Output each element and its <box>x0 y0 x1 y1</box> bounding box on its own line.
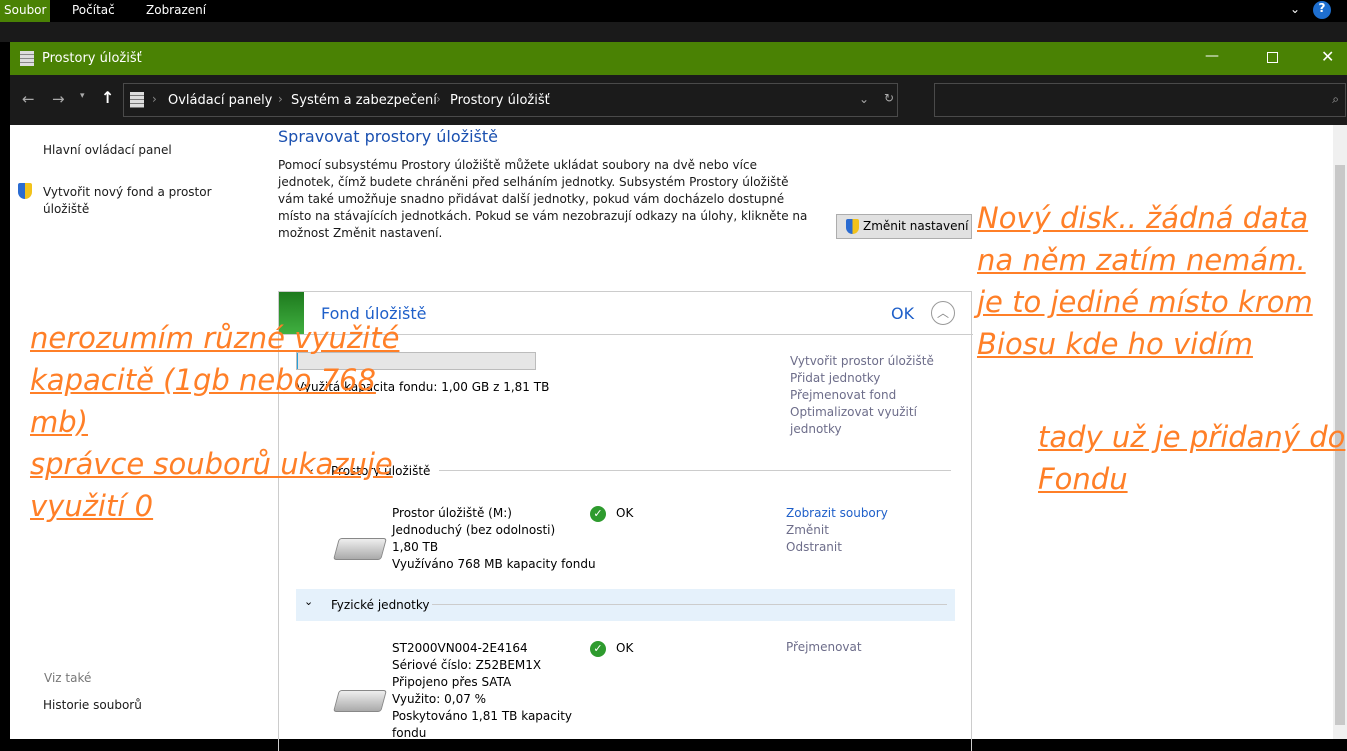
chevron-down-icon[interactable]: ⌄ <box>1290 2 1300 16</box>
space-name: Prostor úložiště (M:) <box>392 506 512 520</box>
recent-dropdown[interactable]: ▾ <box>80 91 85 101</box>
crumb-control-panel[interactable]: Ovládací panely <box>168 93 272 108</box>
breadcrumb[interactable]: › Ovládací panely › Systém a zabezpečení… <box>123 83 898 117</box>
change-settings-label: Změnit nastavení <box>863 219 969 233</box>
minimize-button[interactable]: — <box>1205 48 1219 64</box>
file-history-link[interactable]: Historie souborů <box>43 698 142 712</box>
up-button[interactable]: ↑ <box>101 88 114 107</box>
rename-pool-link[interactable]: Přejmenovat fond <box>790 387 950 404</box>
change-settings-button[interactable]: Změnit nastavení <box>836 214 972 239</box>
storage-icon <box>20 51 34 66</box>
disk-connection: Připojeno přes SATA <box>392 675 512 689</box>
collapse-button[interactable]: ︿ <box>931 301 955 325</box>
delete-space-link[interactable]: Odstranit <box>786 539 888 556</box>
crumb-storage-spaces[interactable]: Prostory úložišť <box>450 93 550 108</box>
background-explorer <box>0 22 1347 42</box>
disk-status: OK <box>616 641 634 655</box>
search-icon: ⌕ <box>1332 92 1339 106</box>
ok-check-icon: ✓ <box>590 506 606 522</box>
menu-zobrazeni[interactable]: Zobrazení <box>146 3 206 17</box>
space-type: Jednoduchý (bez odolnosti) <box>392 523 556 537</box>
shield-icon <box>18 183 32 199</box>
optimize-usage-link[interactable]: Optimalizovat využití jednotky <box>790 404 950 438</box>
ok-check-icon: ✓ <box>590 641 606 657</box>
ribbon-menubar: Soubor Počítač Zobrazení ? ⌄ <box>0 0 1347 22</box>
pool-actions: Vytvořit prostor úložiště Přidat jednotk… <box>790 353 950 438</box>
change-space-link[interactable]: Změnit <box>786 522 888 539</box>
space-size: 1,80 TB <box>392 540 439 554</box>
chevron-down-icon[interactable]: ⌄ <box>859 92 869 106</box>
annotation-right-top: Nový disk.. žádná data na něm zatím nemám… <box>977 201 1313 361</box>
add-drives-link[interactable]: Přidat jednotky <box>790 370 950 387</box>
window-title: Prostory úložišť <box>42 51 142 66</box>
drive-icon <box>333 690 387 712</box>
disk-model: ST2000VN004-2E4164 <box>392 641 528 655</box>
physical-section-header[interactable]: ⌄ Fyzické jednotky <box>296 589 955 621</box>
space-details: Prostor úložiště (M:) Jednoduchý (bez od… <box>392 505 596 573</box>
drive-icon <box>333 538 387 560</box>
page-description: Pomocí subsystému Prostory úložiště může… <box>278 158 808 240</box>
space-status: OK <box>616 506 634 520</box>
refresh-button[interactable]: ↻ <box>884 91 894 105</box>
page-title: Spravovat prostory úložiště <box>278 127 498 146</box>
forward-button[interactable]: → <box>52 90 65 108</box>
menu-pocitac[interactable]: Počítač <box>72 3 115 17</box>
help-icon[interactable]: ? <box>1313 1 1331 19</box>
annotation-left: nerozumím různé využité kapacitě (1gb neb… <box>30 321 400 523</box>
create-space-link[interactable]: Vytvořit prostor úložiště <box>790 353 950 370</box>
sidebar-home-link[interactable]: Hlavní ovládací panel <box>43 143 172 157</box>
crumb-system-security[interactable]: Systém a zabezpečení <box>291 93 437 108</box>
disk-capacity: Poskytováno 1,81 TB kapacity fondu <box>392 709 572 740</box>
shield-icon <box>846 219 859 234</box>
view-files-link[interactable]: Zobrazit soubory <box>786 505 888 522</box>
title-bar: Prostory úložišť — ✕ <box>10 42 1347 75</box>
disk-usage: Využito: 0,07 % <box>392 692 487 706</box>
see-also-label: Viz také <box>44 671 92 685</box>
search-input[interactable]: ⌕ <box>934 83 1346 117</box>
back-button[interactable]: ← <box>22 90 35 108</box>
menu-soubor[interactable]: Soubor <box>0 0 51 22</box>
address-bar: ← → ▾ ↑ › Ovládací panely › Systém a zab… <box>10 75 1347 125</box>
disk-details: ST2000VN004-2E4164 Sériové číslo: Z52BEM… <box>392 640 582 742</box>
space-usage: Využíváno 768 MB kapacity fondu <box>392 557 596 571</box>
storage-icon <box>130 92 144 108</box>
annotation-right-bottom: tady už je přidaný do Fondu <box>1038 420 1346 496</box>
close-button[interactable]: ✕ <box>1321 47 1334 66</box>
maximize-button[interactable] <box>1267 52 1278 63</box>
sidebar-create-pool-link[interactable]: Vytvořit nový fond a prostor úložiště <box>43 184 233 218</box>
pool-status: OK <box>891 304 915 323</box>
rename-disk-link[interactable]: Přejmenovat <box>786 640 862 654</box>
chevron-down-icon: ⌄ <box>304 595 314 608</box>
disk-serial: Sériové číslo: Z52BEM1X <box>392 658 542 672</box>
